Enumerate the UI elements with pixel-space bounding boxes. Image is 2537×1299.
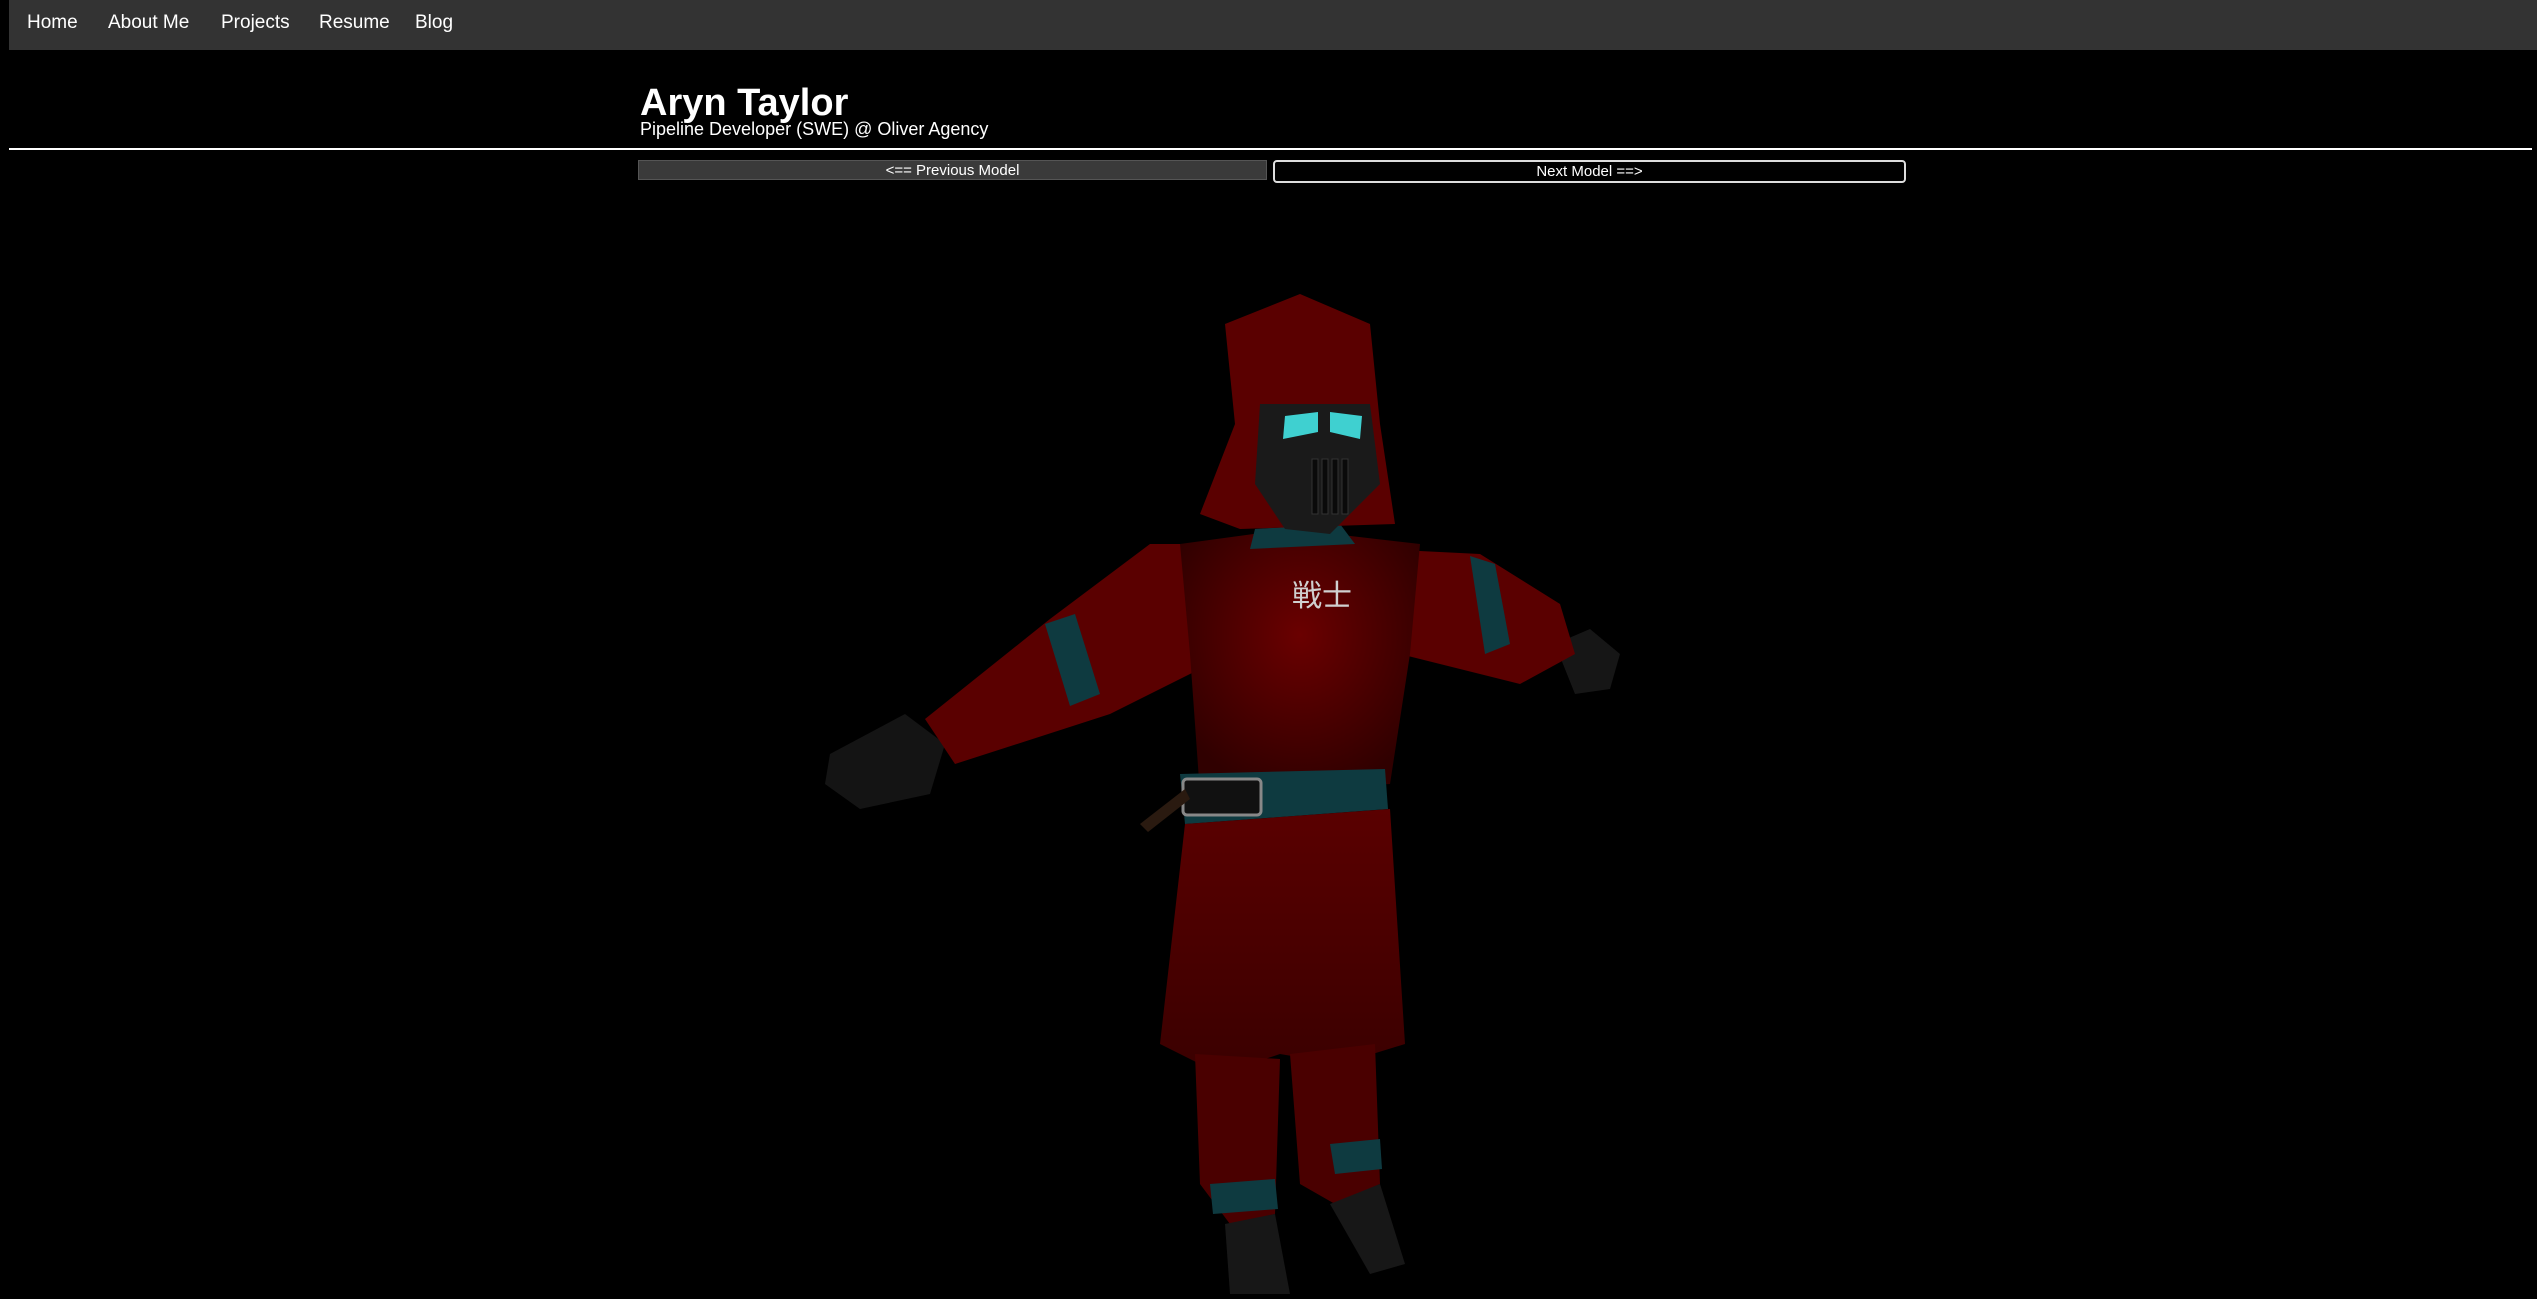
torso [1180,529,1420,794]
left-boot [1225,1214,1290,1294]
nav-about-me-link[interactable]: About Me [108,0,189,45]
right-leg [1290,1044,1380,1204]
left-hand [825,714,945,809]
chest-text: 戦士 [1292,579,1352,614]
nav-projects-link[interactable]: Projects [221,0,290,45]
page-subtitle: Pipeline Developer (SWE) @ Oliver Agency [640,119,989,139]
next-model-button[interactable]: Next Model ==> [1273,160,1906,183]
header-divider [9,148,2532,150]
left-leg-band [1210,1179,1278,1214]
character-model: 戦士 [825,294,1620,1294]
belt-buckle [1181,777,1263,817]
nav-blog-link[interactable]: Blog [415,0,453,45]
right-leg-band [1330,1139,1382,1174]
previous-model-button[interactable]: <== Previous Model [638,160,1267,180]
nav-home-link[interactable]: Home [27,0,78,45]
nav-resume-link[interactable]: Resume [319,0,390,45]
hips [1160,809,1405,1074]
model-viewer-canvas[interactable]: 戦士 [0,184,2537,1294]
top-navbar: Home About Me Projects Resume Blog [9,0,2537,50]
